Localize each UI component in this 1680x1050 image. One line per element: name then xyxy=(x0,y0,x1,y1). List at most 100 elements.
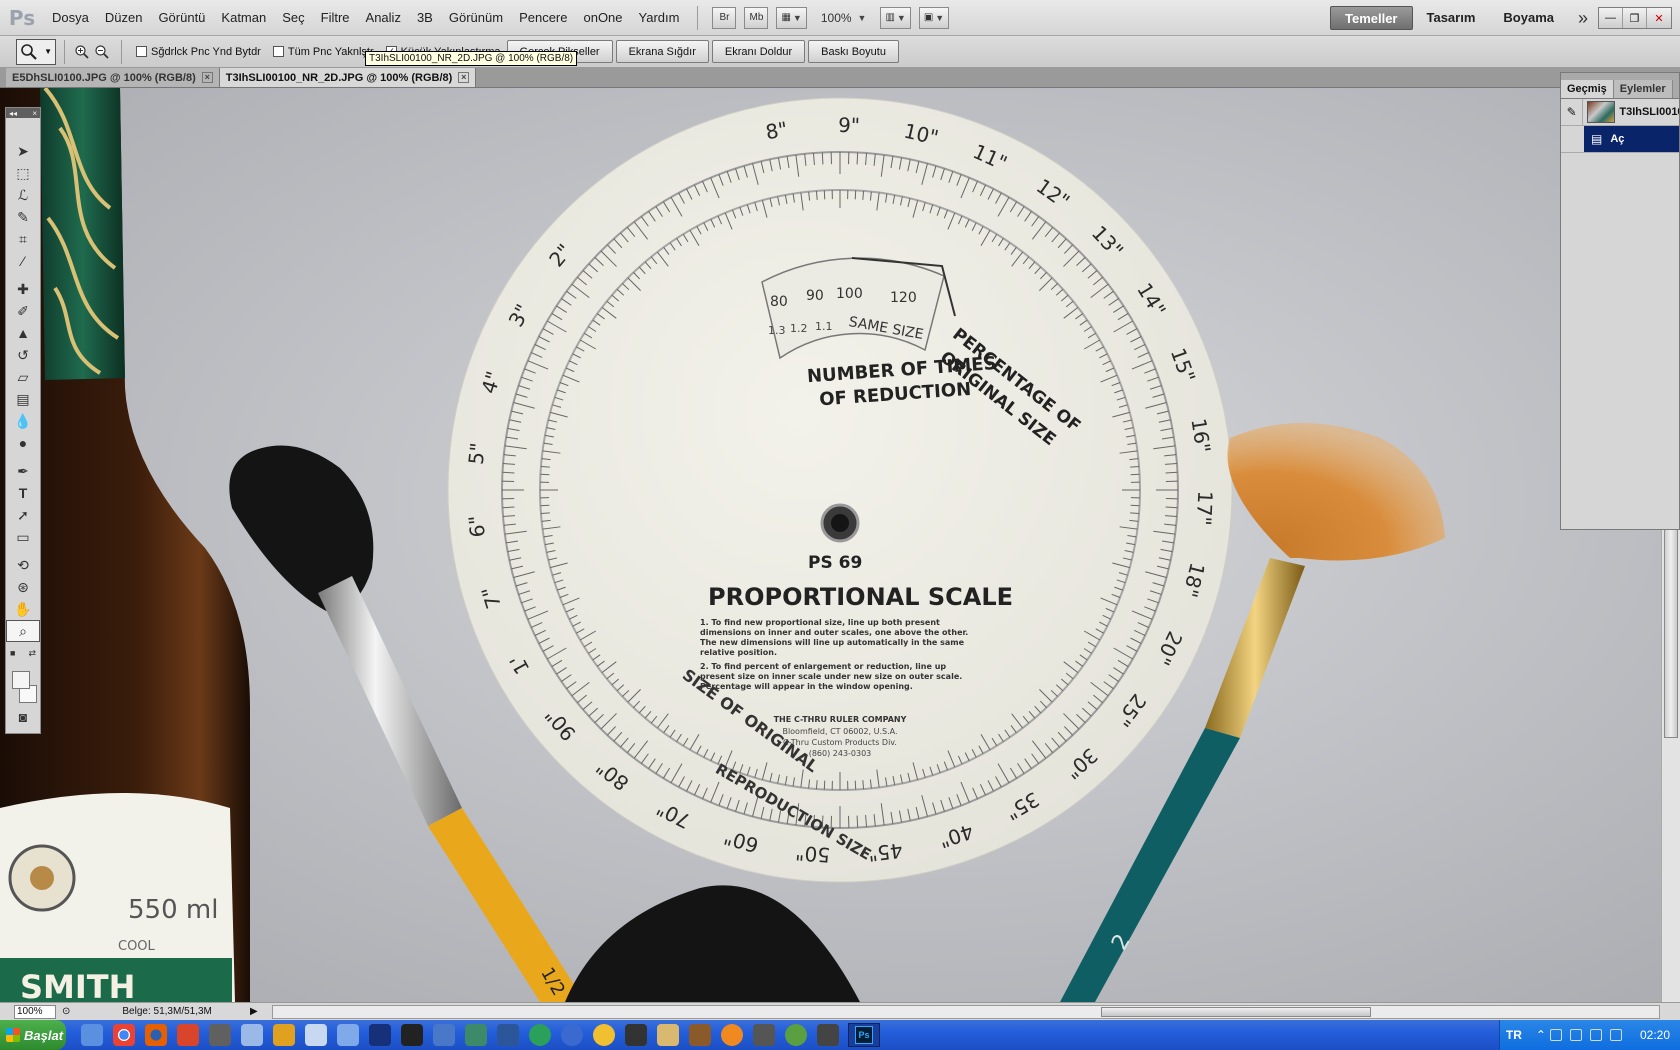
close-icon[interactable]: × xyxy=(458,72,470,83)
app-icon[interactable] xyxy=(177,1024,199,1046)
more-workspaces-icon[interactable]: » xyxy=(1568,8,1598,29)
blur-tool-icon[interactable]: 💧 xyxy=(6,410,40,432)
path-selection-tool-icon[interactable]: ➚ xyxy=(6,504,40,526)
app-icon[interactable] xyxy=(689,1024,711,1046)
history-snapshot[interactable]: ✎ T3IhSLI0010 xyxy=(1561,99,1679,126)
type-tool-icon[interactable]: T xyxy=(6,482,40,504)
eyedropper-tool-icon[interactable]: ⁄ xyxy=(6,250,40,272)
app-icon[interactable] xyxy=(465,1024,487,1046)
foreground-color-swatch[interactable] xyxy=(12,671,30,689)
eraser-tool-icon[interactable]: ▱ xyxy=(6,366,40,388)
app-icon[interactable] xyxy=(785,1024,807,1046)
app-icon[interactable] xyxy=(273,1024,295,1046)
print-size-button[interactable]: Baskı Boyutu xyxy=(808,40,899,63)
vertical-scroll-thumb[interactable] xyxy=(1664,508,1678,738)
crop-tool-icon[interactable]: ⌗ xyxy=(6,228,40,250)
menu-help[interactable]: Yardım xyxy=(631,0,688,36)
menu-window[interactable]: Pencere xyxy=(511,0,575,36)
horizontal-scroll-thumb[interactable] xyxy=(1101,1007,1371,1017)
network-icon[interactable] xyxy=(1569,1029,1582,1041)
language-indicator[interactable]: TR xyxy=(1506,1028,1522,1042)
marquee-tool-icon[interactable]: ⬚ xyxy=(6,162,40,184)
workspace-essentials[interactable]: Temeller xyxy=(1329,6,1413,30)
dodge-tool-icon[interactable]: ● xyxy=(6,432,40,454)
tab-history[interactable]: Geçmiş xyxy=(1561,80,1614,98)
menu-view[interactable]: Görünüm xyxy=(441,0,511,36)
volume-icon[interactable] xyxy=(1589,1029,1602,1041)
checkbox-box[interactable] xyxy=(136,46,147,57)
document-canvas[interactable]: NUMBER OF TIMES OF REDUCTION PERCENTAGE … xyxy=(0,88,1661,1002)
info-icon[interactable]: ⊙ xyxy=(62,1006,70,1017)
app-icon[interactable] xyxy=(753,1024,775,1046)
firefox-icon[interactable] xyxy=(145,1024,167,1046)
screen-mode-button[interactable]: ▣ ▼ xyxy=(918,6,950,29)
start-button[interactable]: Başlat xyxy=(0,1020,66,1050)
app-icon[interactable] xyxy=(657,1024,679,1046)
menu-image[interactable]: Görüntü xyxy=(150,0,213,36)
restore-icon[interactable]: ❐ xyxy=(1623,8,1647,28)
horizontal-scrollbar[interactable] xyxy=(272,1005,1660,1019)
collapse-icon[interactable]: ◂◂ xyxy=(9,109,17,118)
workspace-painting[interactable]: Boyama xyxy=(1489,6,1568,30)
resize-windows-checkbox[interactable]: Sğdrlck Pnc Ynd Bytdr xyxy=(136,46,261,58)
word-icon[interactable] xyxy=(497,1024,519,1046)
app-icon[interactable] xyxy=(241,1024,263,1046)
app-icon[interactable] xyxy=(593,1024,615,1046)
close-icon[interactable]: ✕ xyxy=(1647,8,1671,28)
arrange-documents-button[interactable]: ▥ ▼ xyxy=(880,6,911,29)
workspace-design[interactable]: Tasarım xyxy=(1413,6,1490,30)
gradient-tool-icon[interactable]: ▤ xyxy=(6,388,40,410)
flag-icon[interactable] xyxy=(1549,1029,1562,1041)
close-icon[interactable]: × xyxy=(32,109,37,118)
quick-mask-icon[interactable]: ◙ xyxy=(6,706,40,728)
tray-expand-icon[interactable]: ⌃ xyxy=(1536,1028,1546,1042)
app-icon[interactable] xyxy=(305,1024,327,1046)
app-icon[interactable] xyxy=(625,1024,647,1046)
tab-document-1[interactable]: E5DhSLI0100.JPG @ 100% (RGB/8) × xyxy=(6,68,220,87)
zoom-all-windows-checkbox[interactable]: Tüm Pnc Yaknlştr xyxy=(272,46,374,58)
shape-tool-icon[interactable]: ▭ xyxy=(6,526,40,548)
history-state-cell[interactable] xyxy=(1561,126,1585,152)
menu-filter[interactable]: Filtre xyxy=(313,0,358,36)
photoshop-task-button[interactable]: Ps xyxy=(848,1023,880,1047)
chevron-down-icon[interactable]: ▼ xyxy=(858,13,867,23)
history-step-open[interactable]: ▤ Aç xyxy=(1561,126,1679,153)
app-icon[interactable] xyxy=(721,1024,743,1046)
healing-brush-tool-icon[interactable]: ✚ xyxy=(6,278,40,300)
menu-analysis[interactable]: Analiz xyxy=(358,0,409,36)
tools-panel-header[interactable]: ◂◂ × xyxy=(6,108,40,118)
pen-tool-icon[interactable]: ✒ xyxy=(6,460,40,482)
3d-orbit-tool-icon[interactable]: ⊛ xyxy=(6,576,40,598)
brush-tool-icon[interactable]: ✐ xyxy=(6,300,40,322)
menu-3d[interactable]: 3B xyxy=(409,0,441,36)
status-menu-icon[interactable]: ▶ xyxy=(250,1006,258,1017)
app-icon[interactable] xyxy=(337,1024,359,1046)
app-icon[interactable] xyxy=(817,1024,839,1046)
lasso-tool-icon[interactable]: ℒ xyxy=(6,184,40,206)
checkbox-box[interactable] xyxy=(272,46,284,57)
app-icon[interactable] xyxy=(561,1024,583,1046)
menu-edit[interactable]: Düzen xyxy=(97,0,151,36)
tool-preset-picker[interactable]: ▼ xyxy=(16,38,56,65)
move-tool-icon[interactable]: ➤ xyxy=(6,140,40,162)
photoshop-icon[interactable] xyxy=(369,1024,391,1046)
menu-layer[interactable]: Katman xyxy=(213,0,274,36)
keyboard-icon[interactable] xyxy=(81,1024,103,1046)
app-icon[interactable] xyxy=(401,1024,423,1046)
app-icon[interactable] xyxy=(529,1024,551,1046)
mini-bridge-button[interactable]: Mb xyxy=(744,6,769,29)
menu-file[interactable]: Dosya xyxy=(44,0,97,36)
app-icon[interactable] xyxy=(209,1024,231,1046)
extras-button[interactable]: ▦ ▼ xyxy=(776,6,807,29)
default-colors-icon[interactable]: ■ ⇄ xyxy=(6,642,40,664)
fit-screen-button[interactable]: Ekrana Sığdır xyxy=(615,40,709,63)
bridge-button[interactable]: Br xyxy=(712,6,737,29)
history-brush-tool-icon[interactable]: ↺ xyxy=(6,344,40,366)
hand-tool-icon[interactable]: ✋ xyxy=(6,598,40,620)
zoom-out-icon[interactable] xyxy=(93,43,111,61)
zoom-field[interactable]: 100% xyxy=(14,1004,56,1019)
menu-onone[interactable]: onOne xyxy=(575,0,630,36)
app-tray-icon[interactable] xyxy=(1609,1029,1622,1041)
zoom-level[interactable]: 100% xyxy=(821,11,852,25)
brush-source-icon[interactable]: ✎ xyxy=(1561,99,1584,125)
